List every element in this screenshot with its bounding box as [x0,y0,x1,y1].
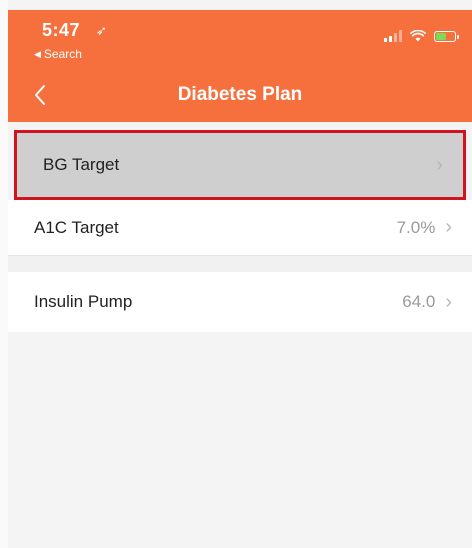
row-label: Insulin Pump [34,292,133,311]
row-label: A1C Target [34,217,119,237]
chevron-right-icon: › [436,153,443,176]
row-label: BG Target [43,155,120,174]
navigation-header: 5:47 ➶ ◀ Search Diabetes Plan [8,10,472,122]
wifi-icon [410,30,426,42]
back-triangle-icon: ◀ [34,48,41,59]
battery-icon [434,30,459,42]
row-value: 64.0 [402,292,436,311]
status-icons [384,30,459,42]
back-to-search-label: Search [43,47,82,61]
cellular-signal-icon [384,30,402,42]
app-screen: 5:47 ➶ ◀ Search Diabetes Plan BG Target [0,0,472,548]
section-gap [8,256,472,272]
page-title: Diabetes Plan [177,84,303,105]
row-bg-target[interactable]: BG Target › [14,130,466,200]
row-value: 7.0% [396,217,436,237]
chevron-right-icon: › [445,216,452,238]
location-arrow-icon: ➶ [96,23,107,38]
row-a1c-target[interactable]: A1C Target 7.0% › [8,200,472,256]
back-to-search-button[interactable]: ◀ Search [34,47,82,61]
empty-content-area [8,332,472,548]
status-time: 5:47 [42,20,81,40]
row-insulin-pump[interactable]: Insulin Pump 64.0 › [8,272,472,332]
chevron-right-icon: › [445,290,452,313]
